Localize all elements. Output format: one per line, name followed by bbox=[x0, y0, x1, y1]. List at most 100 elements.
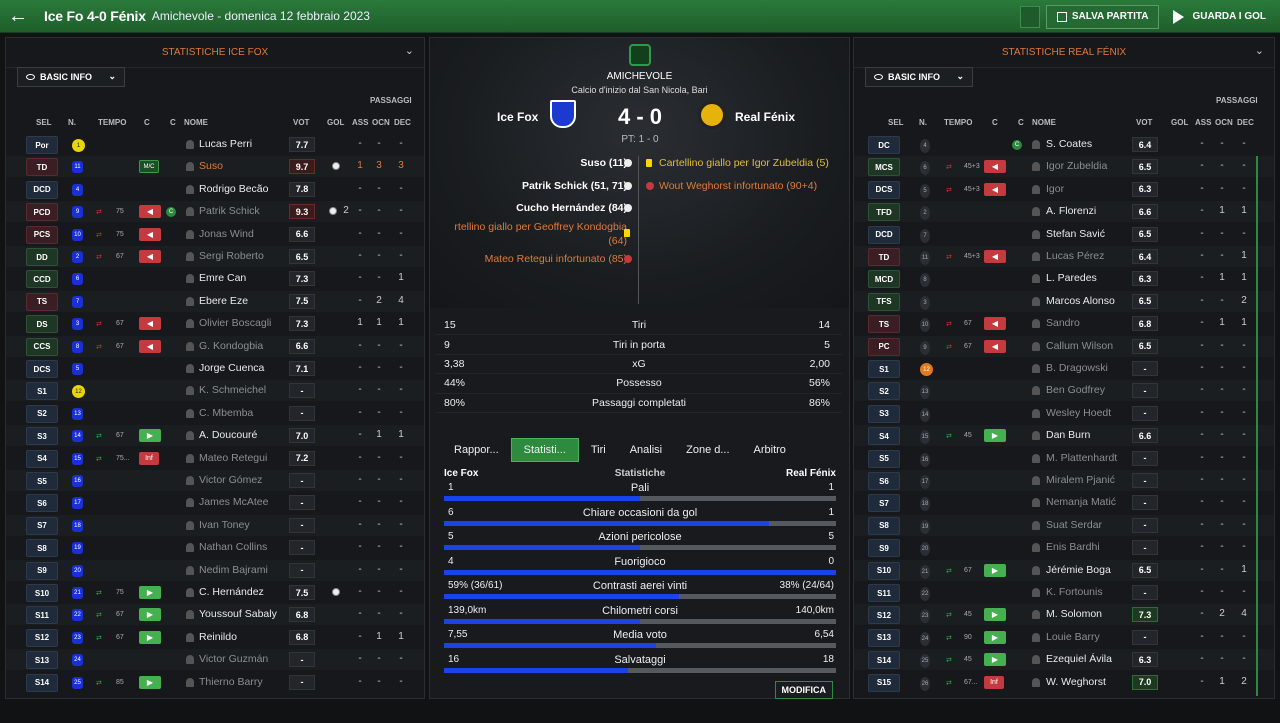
sub-out-button[interactable]: ◀ bbox=[139, 339, 161, 353]
player-row[interactable]: S1 12 B. Dragowski - - - - bbox=[854, 358, 1274, 379]
tab-4[interactable]: Zone d... bbox=[674, 438, 741, 462]
player-name[interactable]: K. Fortounis bbox=[1046, 586, 1103, 598]
player-row[interactable]: PCD 9 ⇄ 75 ◀ C Patrik Schick 9.3 2- - - bbox=[6, 201, 424, 223]
player-row[interactable]: S11 22 K. Fortounis - - - - bbox=[854, 582, 1274, 603]
column-header-vot[interactable]: VOT bbox=[293, 118, 309, 130]
player-row[interactable]: S5 16 Victor Gómez - - - - bbox=[6, 470, 424, 491]
player-row[interactable]: DCS 5 Jorge Cuenca 7.1 - - - bbox=[6, 358, 424, 379]
player-row[interactable]: S12 23 ⇄ 45 ▶ M. Solomon 7.3 - 2 4 bbox=[854, 604, 1274, 626]
injury-badge[interactable]: Inf bbox=[984, 675, 1004, 689]
player-name[interactable]: Enis Bardhi bbox=[1046, 541, 1100, 553]
column-header-ass[interactable]: ASS bbox=[352, 118, 368, 130]
player-row[interactable]: DCS 5 ⇄ 45+3 ◀ Igor 6.3 - - - bbox=[854, 179, 1274, 200]
sub-out-button[interactable]: ◀ bbox=[984, 317, 1006, 331]
player-name[interactable]: Lucas Pérez bbox=[1046, 250, 1104, 262]
player-row[interactable]: DC 4 C S. Coates 6.4 - - - bbox=[854, 134, 1274, 155]
player-row[interactable]: MCD 8 L. Paredes 6.3 - 1 1 bbox=[854, 268, 1274, 289]
column-header-tempo[interactable]: TEMPO bbox=[944, 118, 972, 130]
column-header-dec[interactable]: DEC bbox=[1237, 118, 1254, 130]
injury-badge[interactable]: Inf bbox=[139, 451, 159, 465]
player-row[interactable]: S2 13 C. Mbemba - - - - bbox=[6, 403, 424, 424]
player-name[interactable]: Nedim Bajrami bbox=[199, 564, 268, 576]
save-match-button[interactable]: SALVA PARTITA bbox=[1045, 4, 1160, 29]
player-row[interactable]: TD 11 ⇄ 45+3 ◀ Lucas Pérez 6.4 - - 1 bbox=[854, 246, 1274, 267]
player-row[interactable]: TFD 2 A. Florenzi 6.6 - 1 1 bbox=[854, 201, 1274, 223]
sub-in-button[interactable]: ▶ bbox=[139, 429, 161, 443]
player-name[interactable]: Suat Serdar bbox=[1046, 519, 1102, 531]
player-row[interactable]: S9 20 Enis Bardhi - - - - bbox=[854, 537, 1274, 558]
player-row[interactable]: S7 18 Ivan Toney - - - - bbox=[6, 514, 424, 536]
sub-in-button[interactable]: ▶ bbox=[139, 608, 161, 622]
player-row[interactable]: TS 7 Ebere Eze 7.5 - 2 4 bbox=[6, 290, 424, 312]
player-name[interactable]: Thierno Barry bbox=[199, 676, 263, 688]
column-header-nome[interactable]: NOME bbox=[184, 118, 208, 130]
column-header-dec[interactable]: DEC bbox=[394, 118, 411, 130]
player-row[interactable]: S8 19 Nathan Collins - - - - bbox=[6, 537, 424, 558]
modify-button[interactable]: MODIFICA bbox=[774, 681, 833, 699]
player-name[interactable]: Callum Wilson bbox=[1046, 340, 1113, 352]
player-row[interactable]: MCS 6 ⇄ 45+3 ◀ Igor Zubeldia 6.5 - - - bbox=[854, 156, 1274, 178]
player-name[interactable]: Ivan Toney bbox=[199, 519, 250, 531]
column-header-tempo[interactable]: TEMPO bbox=[98, 118, 126, 130]
player-row[interactable]: DD 2 ⇄ 67 ◀ Sergi Roberto 6.5 - - - bbox=[6, 246, 424, 267]
player-row[interactable]: S13 24 Victor Guzmán - - - - bbox=[6, 649, 424, 671]
player-name[interactable]: M. Solomon bbox=[1046, 608, 1102, 620]
player-row[interactable]: S3 14 Wesley Hoedt - - - - bbox=[854, 403, 1274, 424]
away-view-dropdown[interactable]: BASIC INFO ⌄ bbox=[865, 67, 973, 87]
player-name[interactable]: A. Doucouré bbox=[199, 429, 257, 441]
tab-5[interactable]: Arbitro bbox=[742, 438, 798, 462]
scroll-indicator[interactable] bbox=[1256, 156, 1258, 696]
player-row[interactable]: S7 18 Nemanja Matić - - - - bbox=[854, 492, 1274, 513]
player-name[interactable]: C. Mbemba bbox=[199, 407, 253, 419]
player-row[interactable]: DS 3 ⇄ 67 ◀ Olivier Boscagli 7.3 1 1 1 bbox=[6, 313, 424, 334]
player-name[interactable]: Wesley Hoedt bbox=[1046, 407, 1111, 419]
column-header-c1[interactable]: C bbox=[992, 118, 998, 130]
player-row[interactable]: S5 16 M. Plattenhardt - - - - bbox=[854, 448, 1274, 469]
sub-out-button[interactable]: ◀ bbox=[984, 160, 1006, 174]
toolbar-square-button[interactable] bbox=[1019, 5, 1040, 28]
player-row[interactable]: S6 17 James McAtee - - - - bbox=[6, 492, 424, 513]
player-name[interactable]: Nemanja Matić bbox=[1046, 496, 1116, 508]
player-name[interactable]: C. Hernández bbox=[199, 586, 264, 598]
player-row[interactable]: S13 24 ⇄ 90 ▶ Louie Barry - - - - bbox=[854, 627, 1274, 648]
sub-in-button[interactable]: ▶ bbox=[984, 653, 1006, 667]
tab-1[interactable]: Statisti... bbox=[510, 438, 579, 462]
player-name[interactable]: Igor Zubeldia bbox=[1046, 160, 1107, 172]
chevron-down-icon[interactable]: ⌄ bbox=[405, 44, 414, 57]
player-row[interactable]: TD 11 M/C Suso 9.7 1 3 3 bbox=[6, 156, 424, 178]
player-row[interactable]: S10 21 ⇄ 67 ▶ Jérémie Boga 6.5 - - 1 bbox=[854, 559, 1274, 581]
sub-in-button[interactable]: ▶ bbox=[139, 586, 161, 599]
home-view-dropdown[interactable]: BASIC INFO ⌄ bbox=[17, 67, 125, 87]
player-row[interactable]: TS 10 ⇄ 67 ◀ Sandro 6.8 - 1 1 bbox=[854, 313, 1274, 334]
away-team-name[interactable]: Real Fénix bbox=[735, 110, 795, 124]
column-header-gol[interactable]: GOL bbox=[327, 118, 344, 130]
player-row[interactable]: DCD 4 Rodrigo Becão 7.8 - - - bbox=[6, 179, 424, 200]
player-row[interactable]: S1 12 K. Schmeichel - - - - bbox=[6, 380, 424, 402]
player-row[interactable]: S12 23 ⇄ 67 ▶ Reinildo 6.8 - 1 1 bbox=[6, 627, 424, 648]
tab-2[interactable]: Tiri bbox=[579, 438, 618, 462]
player-name[interactable]: Rodrigo Becão bbox=[199, 183, 268, 195]
player-row[interactable]: CCS 8 ⇄ 67 ◀ G. Kondogbia 6.6 - - - bbox=[6, 335, 424, 357]
column-header-vot[interactable]: VOT bbox=[1136, 118, 1152, 130]
home-team-name[interactable]: Ice Fox bbox=[497, 110, 538, 124]
player-name[interactable]: Jonas Wind bbox=[199, 228, 254, 240]
sub-out-button[interactable]: ◀ bbox=[984, 339, 1006, 353]
player-row[interactable]: S4 15 ⇄ 45 ▶ Dan Burn 6.6 - - - bbox=[854, 425, 1274, 447]
player-name[interactable]: Ezequiel Ávila bbox=[1046, 653, 1112, 665]
column-header-c2[interactable]: C bbox=[1018, 118, 1024, 130]
player-name[interactable]: Mateo Retegui bbox=[199, 452, 267, 464]
column-header-n[interactable]: N. bbox=[68, 118, 76, 130]
column-header-gol[interactable]: GOL bbox=[1171, 118, 1188, 130]
player-name[interactable]: Ebere Eze bbox=[199, 295, 248, 307]
player-name[interactable]: Marcos Alonso bbox=[1046, 295, 1115, 307]
player-name[interactable]: Sandro bbox=[1046, 317, 1080, 329]
sub-out-button[interactable]: ◀ bbox=[139, 317, 161, 331]
column-header-ocn[interactable]: OCN bbox=[1215, 118, 1233, 130]
player-row[interactable]: S2 13 Ben Godfrey - - - - bbox=[854, 380, 1274, 402]
tab-0[interactable]: Rappor... bbox=[442, 438, 511, 462]
player-name[interactable]: G. Kondogbia bbox=[199, 340, 263, 352]
player-row[interactable]: S15 26 ⇄ 67... Inf W. Weghorst 7.0 - 1 2 bbox=[854, 672, 1274, 693]
back-arrow-icon[interactable]: ← bbox=[0, 0, 36, 33]
player-row[interactable]: S14 25 ⇄ 85 ▶ Thierno Barry - - - - bbox=[6, 672, 424, 693]
away-team-crest[interactable] bbox=[698, 101, 726, 129]
